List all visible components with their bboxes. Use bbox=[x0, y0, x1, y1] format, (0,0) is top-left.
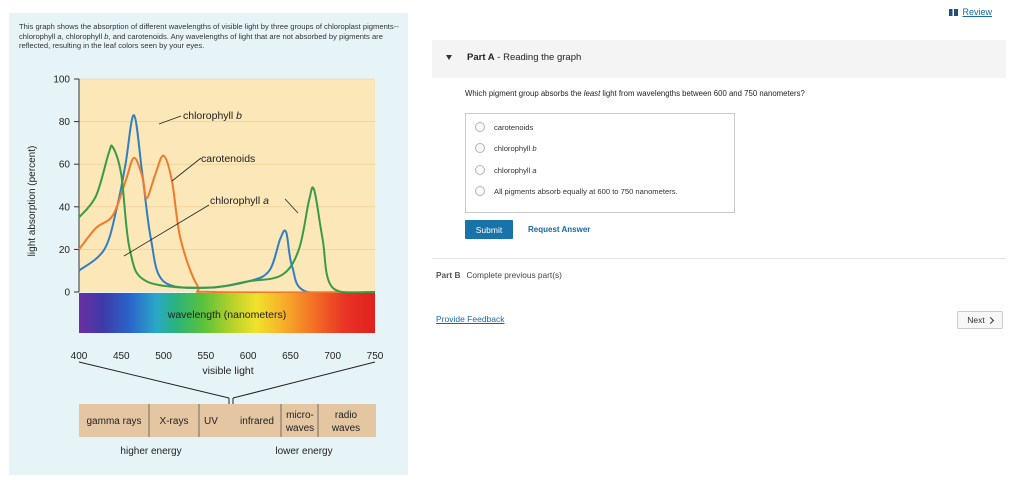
submit-button[interactable]: Submit bbox=[465, 220, 513, 239]
option-label: carotenoids bbox=[494, 122, 534, 132]
x-tick-label: 600 bbox=[240, 351, 257, 362]
part-b-prefix: Part B bbox=[436, 270, 461, 280]
chl-a-label: chlorophyll a bbox=[210, 195, 269, 207]
x-tick-label: 700 bbox=[324, 351, 341, 362]
x-tick-label: 400 bbox=[71, 351, 88, 362]
option-chlorophyll-a[interactable]: chlorophyll a bbox=[475, 165, 537, 175]
chevron-right-icon bbox=[986, 316, 994, 324]
part-a-prefix: Part A bbox=[467, 52, 495, 63]
divider bbox=[432, 258, 1006, 259]
review-label: Review bbox=[962, 7, 992, 17]
absorption-figure: 0 20 40 60 80 100 light absorption (percent) … bbox=[9, 13, 408, 475]
radio-waves-label: waves bbox=[331, 423, 360, 434]
chl-b-label: chlorophyll b bbox=[183, 110, 242, 122]
part-a-title-text: Reading the graph bbox=[503, 52, 582, 63]
review-icon bbox=[949, 8, 959, 16]
question-text: Which pigment group absorbs the least li… bbox=[465, 89, 805, 98]
option-label: All pigments absorb equally at 600 to 75… bbox=[494, 186, 678, 196]
answer-options: carotenoids chlorophyll b chlorophyll a … bbox=[465, 113, 735, 213]
x-ticks: 400 450 500 550 600 650 700 750 bbox=[71, 351, 384, 362]
x-tick-label: 500 bbox=[155, 351, 172, 362]
higher-energy-label: higher energy bbox=[120, 446, 181, 457]
option-label: chlorophyll a bbox=[494, 165, 537, 175]
infrared-label: infrared bbox=[240, 416, 274, 427]
x-tick-label: 650 bbox=[282, 351, 299, 362]
radio-button[interactable] bbox=[475, 186, 485, 196]
funnel-right bbox=[232, 361, 376, 399]
review-link[interactable]: Review bbox=[949, 7, 992, 17]
y-tick-label: 0 bbox=[64, 288, 70, 299]
radio-button[interactable] bbox=[475, 122, 485, 132]
gamma-rays-label: gamma rays bbox=[86, 416, 141, 427]
x-tick-label: 450 bbox=[113, 351, 130, 362]
option-all-equal[interactable]: All pigments absorb equally at 600 to 75… bbox=[475, 186, 678, 196]
radio-button[interactable] bbox=[475, 165, 485, 175]
y-tick-label: 40 bbox=[59, 202, 71, 213]
lower-energy-label: lower energy bbox=[275, 446, 332, 457]
uv-label: UV bbox=[204, 416, 218, 427]
figure-panel: This graph shows the absorption of diffe… bbox=[9, 13, 408, 475]
option-label: chlorophyll b bbox=[494, 143, 537, 153]
x-tick-label: 750 bbox=[367, 351, 384, 362]
micro-label: micro- bbox=[286, 410, 314, 421]
option-carotenoids[interactable]: carotenoids bbox=[475, 122, 533, 132]
request-answer-link[interactable]: Request Answer bbox=[528, 225, 590, 234]
y-tick-label: 80 bbox=[59, 117, 71, 128]
visible-light-label: visible light bbox=[202, 365, 253, 377]
part-a-title: Part A - Reading the graph bbox=[467, 52, 582, 63]
absorption-chart: 020406080100 light absorption (percent) … bbox=[27, 75, 384, 458]
spectrum-label: wavelength (nanometers) bbox=[167, 309, 286, 321]
waves-label: waves bbox=[285, 423, 314, 434]
collapse-caret-icon[interactable] bbox=[446, 55, 452, 60]
option-chlorophyll-b[interactable]: chlorophyll b bbox=[475, 143, 537, 153]
x-rays-label: X-rays bbox=[160, 416, 189, 427]
y-tick-label: 20 bbox=[59, 245, 71, 256]
x-tick-label: 550 bbox=[198, 351, 215, 362]
provide-feedback-link[interactable]: Provide Feedback bbox=[436, 314, 505, 324]
next-label: Next bbox=[967, 315, 985, 325]
next-button[interactable]: Next bbox=[957, 311, 1003, 329]
radio-label: radio bbox=[335, 410, 358, 421]
carot-label: carotenoids bbox=[201, 153, 255, 165]
y-axis-label: light absorption (percent) bbox=[27, 146, 38, 257]
part-b-text: Complete previous part(s) bbox=[466, 270, 562, 280]
y-tick-label: 100 bbox=[53, 75, 70, 86]
y-tick-label: 60 bbox=[59, 160, 71, 171]
radio-button[interactable] bbox=[475, 143, 485, 153]
part-a-header[interactable]: Part A - Reading the graph bbox=[432, 40, 1006, 78]
y-ticks: 0 20 40 60 80 100 bbox=[53, 75, 79, 299]
part-b: Part B Complete previous part(s) bbox=[436, 270, 562, 280]
